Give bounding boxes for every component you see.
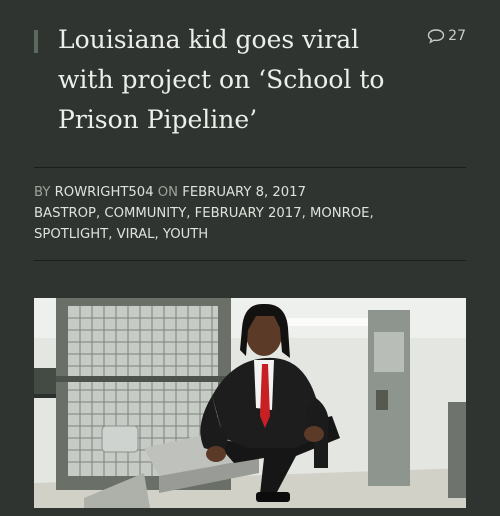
date-link[interactable]: FEBRUARY 8, 2017	[182, 185, 306, 200]
tag-link-monroe[interactable]: MONROE	[310, 206, 370, 221]
by-label: BY	[34, 185, 51, 200]
featured-photo-illustration	[34, 298, 466, 508]
tag-link-spotlight[interactable]: SPOTLIGHT	[34, 227, 108, 242]
title-accent-bar	[34, 30, 38, 53]
comment-count: 27	[448, 28, 466, 44]
featured-image[interactable]	[34, 298, 466, 508]
tag-list: BASTROP, COMMUNITY, FEBRUARY 2017, MONRO…	[34, 206, 374, 242]
tag-link-youth[interactable]: YOUTH	[163, 227, 208, 242]
tag-link-viral[interactable]: VIRAL	[117, 227, 155, 242]
byline: BY ROWRIGHT504 ON FEBRUARY 8, 2017	[34, 182, 474, 203]
comment-count-link[interactable]: 27	[427, 28, 466, 44]
tag-link-community[interactable]: COMMUNITY	[104, 206, 186, 221]
article-title[interactable]: Louisiana kid goes viral with project on…	[58, 20, 418, 140]
tag-link-bastrop[interactable]: BASTROP	[34, 206, 96, 221]
divider	[34, 260, 466, 261]
speech-bubble-icon	[427, 28, 445, 44]
tag-link-february-2017[interactable]: FEBRUARY 2017	[195, 206, 302, 221]
divider	[34, 167, 466, 168]
article-meta: BY ROWRIGHT504 ON FEBRUARY 8, 2017 BASTR…	[34, 182, 474, 245]
on-label: ON	[157, 185, 179, 200]
author-link[interactable]: ROWRIGHT504	[55, 185, 154, 200]
